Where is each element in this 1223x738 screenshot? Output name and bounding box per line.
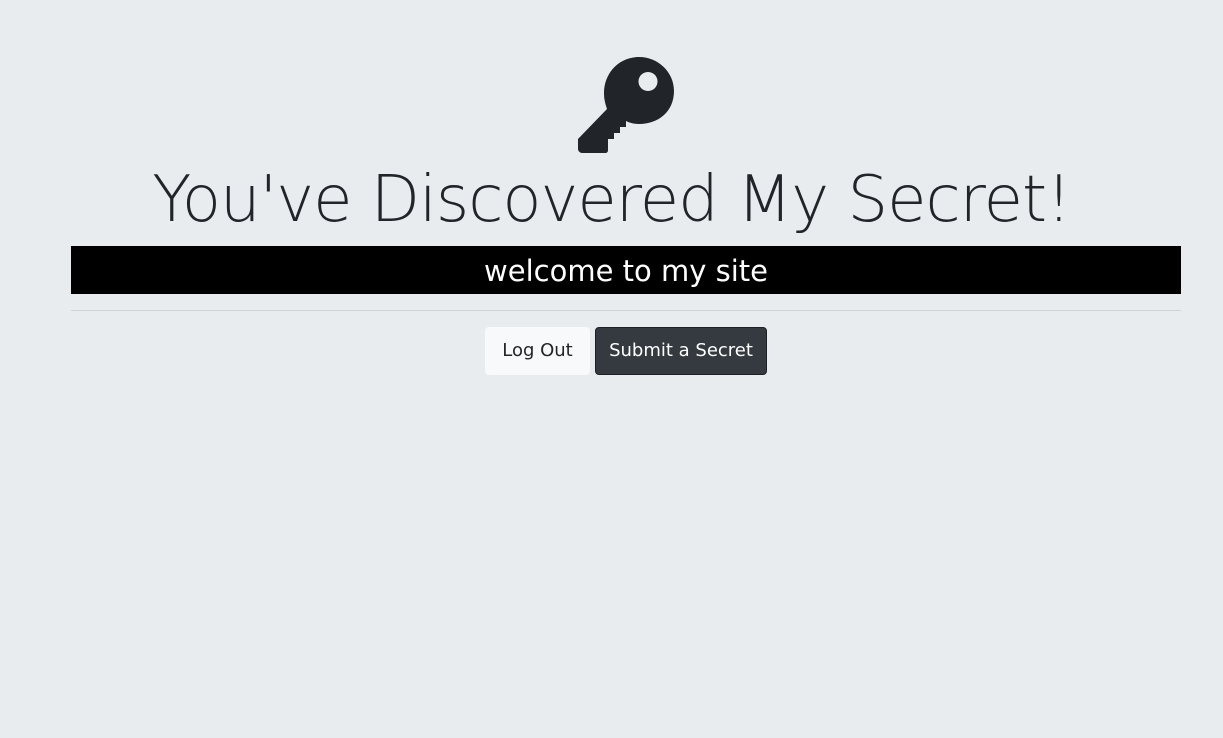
jumbotron: You've Discovered My Secret! welcome to …	[0, 0, 1223, 738]
key-icon	[576, 55, 676, 155]
page-title: You've Discovered My Secret!	[152, 163, 1071, 237]
divider	[71, 310, 1181, 311]
action-buttons: Log Out Submit a Secret	[0, 327, 1223, 375]
welcome-banner: welcome to my site	[71, 246, 1181, 294]
log-out-button[interactable]: Log Out	[485, 327, 590, 375]
key-icon-graphic	[578, 57, 674, 153]
submit-secret-button[interactable]: Submit a Secret	[595, 327, 767, 375]
